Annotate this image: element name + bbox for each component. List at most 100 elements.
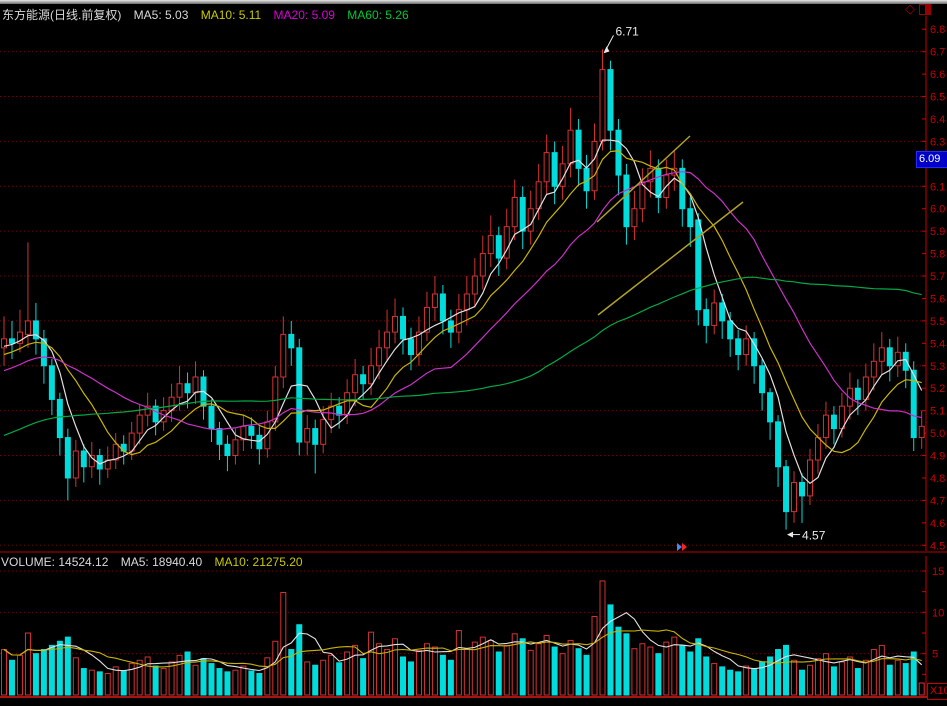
volume-bar [448, 660, 453, 695]
ma20-value: MA20: 5.09 [274, 8, 335, 22]
volume-bar [145, 657, 150, 695]
volume-axis-label: 10 [932, 607, 944, 619]
volume-bar [664, 642, 669, 695]
volume-bar [185, 652, 190, 695]
volume-bar [480, 637, 485, 695]
volume-bar [81, 669, 86, 695]
volume-bar [137, 660, 142, 695]
volume-bar [153, 666, 158, 695]
main-chart-header: 东方能源(日线.前复权) MA5: 5.03 MA10: 5.11 MA20: … [2, 6, 418, 23]
volume-bar [169, 662, 174, 695]
volume-bar [584, 655, 589, 695]
volume-bar [273, 641, 278, 695]
volume-bar [57, 641, 62, 695]
volume-bar [504, 645, 509, 695]
volume-bar [807, 665, 812, 695]
volume-bar [680, 645, 685, 695]
volume-bar [712, 664, 717, 695]
volume-bar [129, 664, 134, 695]
volume-bar [855, 669, 860, 695]
volume-bars [2, 581, 925, 695]
volume-bar [536, 644, 541, 695]
volume-bar [265, 658, 270, 695]
volume-bar [456, 631, 461, 695]
volume-bar [329, 655, 334, 695]
ma60-value: MA60: 5.26 [347, 8, 408, 22]
volume-ma10-value: MA10: 21275.20 [215, 555, 303, 569]
volume-bar [648, 647, 653, 695]
ma10-value: MA10: 5.11 [201, 8, 261, 22]
volume-bar [576, 649, 581, 695]
volume-bar [249, 671, 254, 695]
ma5-value: MA5: 5.03 [134, 8, 189, 22]
volume-bar [640, 644, 645, 695]
volume-bar [424, 644, 429, 695]
volume-bar [393, 639, 398, 695]
volume-bar [736, 672, 741, 695]
volume-bar [887, 665, 892, 695]
volume-bar [752, 669, 757, 695]
volume-bar [440, 655, 445, 695]
volume-ma5-value: MA5: 18940.40 [121, 555, 202, 569]
volume-bar [496, 652, 501, 695]
pane-divider[interactable] [0, 551, 947, 553]
volume-value: VOLUME: 14524.12 [1, 555, 108, 569]
volume-bar [696, 639, 701, 695]
volume-bar [552, 647, 557, 695]
volume-bar [313, 665, 318, 695]
volume-bar [161, 669, 166, 695]
diamond-icon[interactable]: ◇ [905, 2, 915, 16]
volume-axis-label: 15 [932, 566, 944, 578]
volume-bar [361, 659, 366, 695]
volume-bar [847, 657, 852, 695]
volume-bar [520, 639, 525, 695]
volume-bar [337, 663, 342, 695]
volume-bar [209, 664, 214, 695]
volume-bar [831, 667, 836, 695]
volume-bar [2, 650, 7, 695]
split-pane-icon[interactable] [919, 4, 931, 15]
volume-bar [25, 633, 30, 695]
window-controls: ◇ [905, 2, 931, 16]
volume-bar [105, 674, 110, 695]
volume-bar [879, 645, 884, 695]
volume-bar [895, 660, 900, 695]
volume-bar [544, 635, 549, 695]
volume-bar [257, 674, 262, 695]
volume-bar [464, 649, 469, 695]
volume-bar [568, 640, 573, 695]
volume-bar [41, 650, 46, 695]
volume-bar [863, 660, 868, 695]
volume-chart[interactable]: 15105 [0, 0, 947, 706]
volume-bar [823, 654, 828, 695]
current-price-tag: 6.09 [916, 151, 947, 168]
volume-bar [233, 670, 238, 695]
volume-bar [369, 632, 374, 695]
volume-bar [121, 671, 126, 695]
fast-forward-marker-icon[interactable] [677, 543, 687, 551]
volume-bar [241, 666, 246, 695]
volume-bar [672, 637, 677, 695]
volume-bar [488, 640, 493, 695]
volume-baseline [0, 696, 947, 698]
volume-bar [281, 592, 286, 695]
volume-bar [616, 627, 621, 695]
volume-bar [97, 672, 102, 695]
volume-bar [792, 660, 797, 695]
volume-bar [321, 660, 326, 695]
volume-bar [225, 672, 230, 695]
volume-bar [815, 659, 820, 695]
volume-bar [512, 634, 517, 695]
volume-bar [800, 670, 805, 695]
volume-bar [632, 649, 637, 695]
volume-bar [432, 647, 437, 695]
volume-header: VOLUME: 14524.12 MA5: 18940.40 MA10: 212… [1, 555, 312, 569]
volume-bar [704, 657, 709, 695]
volume-bar [728, 670, 733, 695]
volume-bar [305, 662, 310, 695]
volume-bar [688, 652, 693, 695]
volume-unit-label: X10 [927, 683, 947, 700]
volume-bar [528, 650, 533, 695]
volume-bar [193, 665, 198, 695]
volume-bar [592, 616, 597, 695]
